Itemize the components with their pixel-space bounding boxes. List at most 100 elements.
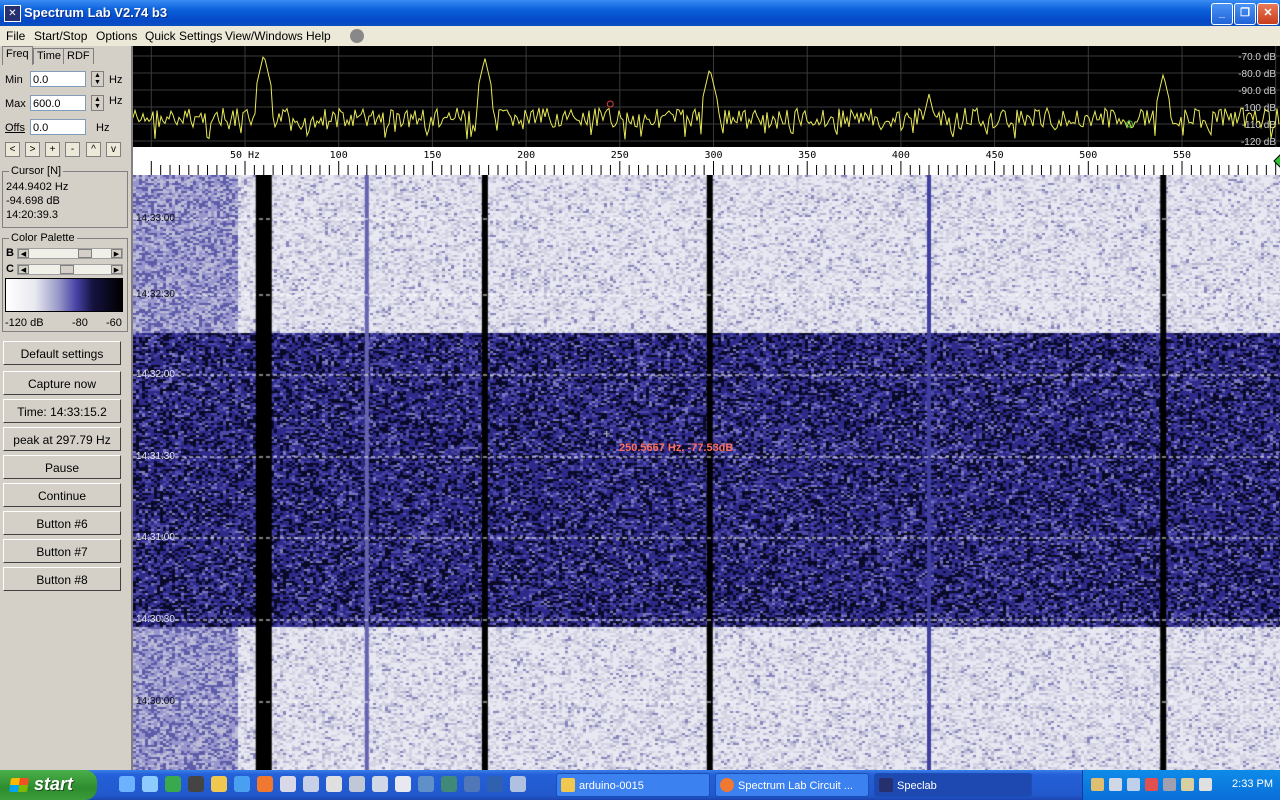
brightness-left-arrow[interactable]: ◀ [18, 249, 29, 258]
menu-file[interactable]: File [6, 29, 25, 43]
frequency-axis[interactable]: 50 Hz 100 150 200 250 300 350 400 450 500 550 [133, 147, 1280, 175]
task-speclab[interactable]: Speclab [874, 773, 1032, 797]
menu-quick-settings[interactable]: Quick Settings [145, 29, 222, 43]
quicklaunch-desktop-icon[interactable] [142, 776, 158, 792]
tray-volume-icon[interactable] [1109, 778, 1122, 791]
max-freq-input[interactable]: 600.0 [30, 95, 86, 111]
axis-marker-icon[interactable] [1273, 154, 1280, 168]
tray-security-icon[interactable] [1145, 778, 1158, 791]
quicklaunch-tool4-icon[interactable] [349, 776, 365, 792]
continue-button[interactable]: Continue [3, 483, 121, 507]
start-button[interactable]: start [0, 770, 97, 800]
scroll-left-button[interactable]: < [5, 142, 20, 157]
cursor-readout-label: 250.5667 Hz, -77.53dB [619, 442, 734, 454]
quicklaunch-tool2-icon[interactable] [303, 776, 319, 792]
menu-options[interactable]: Options [96, 29, 137, 43]
control-panel: Freq Time RDF Min 0.0 ▲ ▼ Hz Max 600.0 ▲ ▼… [0, 46, 133, 770]
cursor-marker-icon[interactable] [606, 100, 614, 108]
up-button[interactable]: ^ [86, 142, 101, 157]
frequency-tick-label: 450 [986, 150, 1004, 161]
quicklaunch-ie-icon[interactable] [119, 776, 135, 792]
system-tray: 2:33 PM [1082, 770, 1280, 800]
quicklaunch-cmd-icon[interactable] [188, 776, 204, 792]
tray-pen-icon[interactable] [1199, 778, 1212, 791]
brightness-slider[interactable]: ◀ ▶ [17, 248, 123, 259]
quicklaunch-folder-icon[interactable] [211, 776, 227, 792]
maximize-button[interactable]: ❐ [1234, 3, 1256, 25]
quicklaunch-tool3-icon[interactable] [326, 776, 342, 792]
contrast-left-arrow[interactable]: ◀ [18, 265, 29, 274]
close-button[interactable]: ✕ [1257, 3, 1279, 25]
cursor-frequency: 244.9402 Hz [6, 181, 69, 193]
app-icon[interactable]: ✕ [4, 5, 21, 22]
tray-hand-icon[interactable] [1091, 778, 1104, 791]
contrast-thumb[interactable] [60, 265, 74, 274]
quicklaunch-browser-icon[interactable] [234, 776, 250, 792]
time-label: 14:32:00 [136, 369, 175, 380]
start-label: start [34, 774, 74, 794]
button-7[interactable]: Button #7 [3, 539, 121, 563]
task-arduino[interactable]: arduino-0015 [556, 773, 710, 797]
quicklaunch-tool6-icon[interactable] [395, 776, 411, 792]
waterfall-canvas[interactable] [133, 175, 1280, 770]
tab-rdf[interactable]: RDF [63, 48, 94, 64]
peak-button[interactable]: peak at 297.79 Hz [3, 427, 121, 451]
quicklaunch-tool7-icon[interactable] [418, 776, 434, 792]
tray-network-icon[interactable] [1127, 778, 1140, 791]
quicklaunch-tool5-icon[interactable] [372, 776, 388, 792]
scroll-right-button[interactable]: > [25, 142, 40, 157]
button-8[interactable]: Button #8 [3, 567, 121, 591]
quicklaunch-tool10-icon[interactable] [487, 776, 503, 792]
tray-app-icon[interactable] [1163, 778, 1176, 791]
quicklaunch-tool11-icon[interactable] [510, 776, 526, 792]
title-bar: ✕ Spectrum Lab V2.74 b3 _ ❐ ✕ [0, 0, 1280, 26]
contrast-right-arrow[interactable]: ▶ [111, 265, 122, 274]
frequency-tick-label: 400 [892, 150, 910, 161]
time-button[interactable]: Time: 14:33:15.2 [3, 399, 121, 423]
frequency-tick-label: 150 [423, 150, 441, 161]
min-spinner[interactable]: ▲ ▼ [91, 71, 104, 87]
max-spinner[interactable]: ▲ ▼ [91, 95, 104, 111]
tray-phone-icon[interactable] [1181, 778, 1194, 791]
brightness-thumb[interactable] [78, 249, 92, 258]
capture-now-button[interactable]: Capture now [3, 371, 121, 395]
zoom-out-button[interactable]: - [65, 142, 80, 157]
offset-input[interactable]: 0.0 [30, 119, 86, 135]
minimize-button[interactable]: _ [1211, 3, 1233, 25]
tab-freq[interactable]: Freq [2, 46, 33, 65]
windows-logo-icon [9, 778, 29, 792]
db-scale-label: -100 dB [1241, 103, 1276, 114]
clock: 2:33 PM [1232, 778, 1273, 790]
quicklaunch-tool9-icon[interactable] [464, 776, 480, 792]
color-palette-bar[interactable] [5, 278, 123, 312]
cursor-group: Cursor [N] 244.9402 Hz -94.698 dB 14:20:… [2, 165, 128, 228]
button-6[interactable]: Button #6 [3, 511, 121, 535]
brightness-right-arrow[interactable]: ▶ [111, 249, 122, 258]
frequency-tick-label: 100 [330, 150, 348, 161]
task-arduino-label: arduino-0015 [579, 780, 644, 792]
min-freq-input[interactable]: 0.0 [30, 71, 86, 87]
brightness-label: B [6, 247, 14, 259]
pause-button[interactable]: Pause [3, 455, 121, 479]
down-button[interactable]: v [106, 142, 121, 157]
zoom-in-button[interactable]: + [45, 142, 60, 157]
time-label: 14:32:30 [136, 289, 175, 300]
time-label: 14:30:30 [136, 614, 175, 625]
quicklaunch-tool-icon[interactable] [280, 776, 296, 792]
menu-start-stop[interactable]: Start/Stop [34, 29, 87, 43]
menu-view-windows[interactable]: View/Windows [225, 29, 303, 43]
task-firefox[interactable]: Spectrum Lab Circuit ... [715, 773, 869, 797]
quicklaunch-app-icon[interactable] [165, 776, 181, 792]
contrast-slider[interactable]: ◀ ▶ [17, 264, 123, 275]
frequency-tick-label: 500 [1079, 150, 1097, 161]
frequency-tick-label: 550 [1173, 150, 1191, 161]
waterfall-display[interactable]: 14:33:00 14:32:30 14:32:00 14:31:30 14:31:00… [133, 175, 1280, 770]
tab-time[interactable]: Time [33, 48, 66, 64]
spectrum-display[interactable]: -70.0 dB-80.0 dB-90.0 dB-100 dB-110 dB-1… [133, 46, 1280, 147]
quicklaunch-firefox-icon[interactable] [257, 776, 273, 792]
speclab-icon [879, 778, 893, 792]
menu-help[interactable]: Help [306, 29, 331, 43]
default-settings-button[interactable]: Default settings [3, 341, 121, 365]
cursor-level: -94.698 dB [6, 195, 60, 207]
quicklaunch-tool8-icon[interactable] [441, 776, 457, 792]
